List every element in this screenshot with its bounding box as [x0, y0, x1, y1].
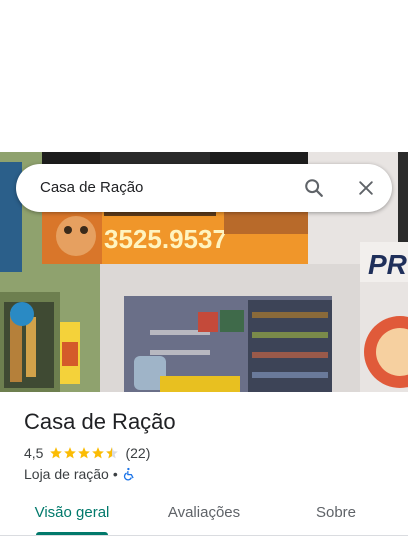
wheelchair-icon [123, 467, 134, 481]
close-button[interactable] [352, 174, 380, 202]
search-input[interactable]: Casa de Ração [40, 164, 143, 212]
sign-phone-text: 3525.9537 [104, 224, 227, 254]
star-icon [64, 447, 77, 459]
star-icon [50, 447, 63, 459]
tabs-divider [0, 535, 408, 536]
star-icon [78, 447, 91, 459]
star-rating [49, 446, 119, 460]
place-tabs: Visão geral Avaliações Sobre [0, 492, 408, 536]
review-count: (22) [125, 445, 151, 461]
category-row: Loja de ração • [24, 465, 136, 483]
place-title: Casa de Ração [24, 409, 176, 434]
separator-dot: • [112, 466, 118, 482]
place-category: Loja de ração [24, 466, 109, 482]
half-star-icon [106, 447, 119, 459]
sign-partial-right-text: PRO [368, 249, 408, 280]
rating-value: 4,5 [24, 445, 44, 461]
tab-about[interactable]: Sobre [296, 492, 376, 536]
search-bar[interactable]: Casa de Ração [16, 164, 392, 212]
rating-row[interactable]: 4,5 (22) [24, 444, 150, 462]
tab-overview[interactable]: Visão geral [22, 492, 122, 536]
close-icon [359, 181, 373, 195]
search-icon [305, 179, 323, 197]
tab-reviews[interactable]: Avaliações [150, 492, 258, 536]
search-button[interactable] [300, 174, 328, 202]
star-icon [92, 447, 105, 459]
